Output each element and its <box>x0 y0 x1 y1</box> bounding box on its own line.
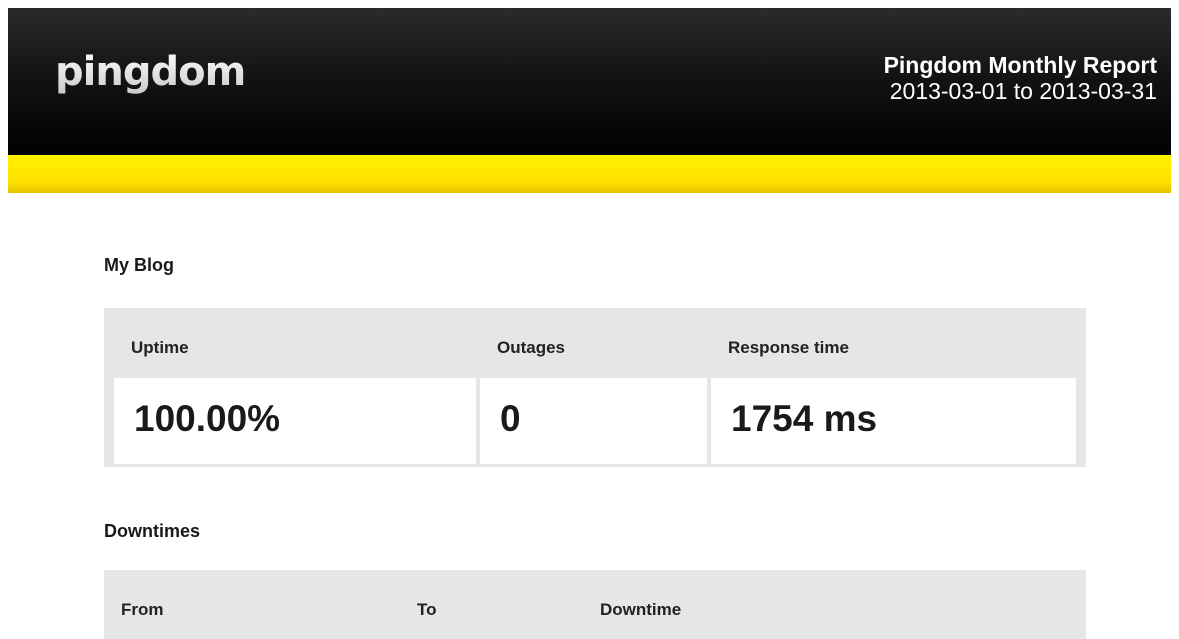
response-time-cell: 1754 ms <box>711 378 1076 464</box>
report-header: pingdom Pingdom Monthly Report 2013-03-0… <box>8 8 1171 155</box>
report-title: Pingdom Monthly Report <box>883 52 1157 78</box>
uptime-label: Uptime <box>131 338 189 357</box>
outages-label: Outages <box>497 338 566 357</box>
column-header-downtime: Downtime <box>600 600 682 619</box>
accent-bar <box>8 155 1171 193</box>
outages-cell: 0 <box>480 378 707 464</box>
stats-panel: Uptime Outages Response time 100.00% 0 1… <box>104 308 1086 467</box>
report-date-range: 2013-03-01 to 2013-03-31 <box>889 78 1157 104</box>
uptime-cell: 100.00% <box>114 378 476 464</box>
report-title-block: Pingdom Monthly Report 2013-03-01 to 201… <box>884 52 1157 104</box>
column-header-from: From <box>121 600 164 619</box>
downtimes-table-header: From To Downtime <box>104 570 1086 639</box>
downtimes-title: Downtimes <box>104 521 201 541</box>
check-name: My Blog <box>104 255 174 275</box>
column-header-to: To <box>417 600 437 619</box>
response-time-label: Response time <box>728 338 849 357</box>
uptime-value: 100.00% <box>134 398 281 439</box>
pingdom-logo: pingdom <box>55 49 246 95</box>
outages-value: 0 <box>500 398 521 439</box>
response-time-value: 1754 ms <box>731 398 878 439</box>
